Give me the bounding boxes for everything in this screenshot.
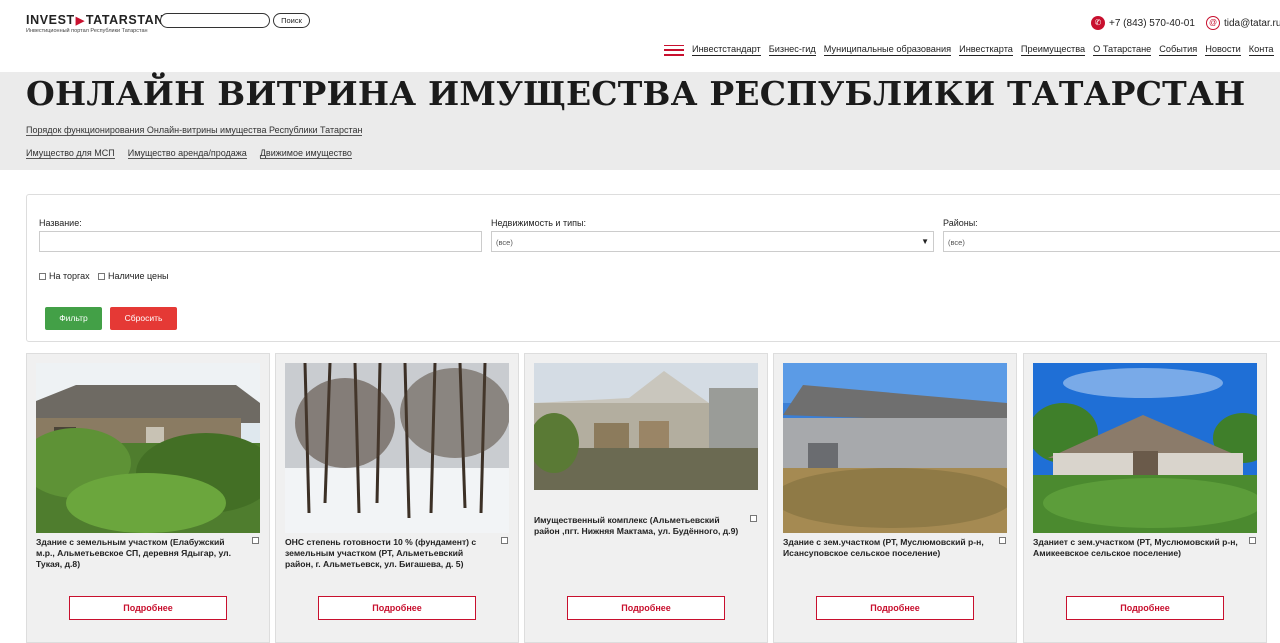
tab-rent-sale-property[interactable]: Имущество аренда/продажа: [127, 148, 247, 159]
property-card[interactable]: Здание с зем.участком (РТ, Муслюмовский …: [773, 353, 1017, 643]
phone-number: +7 (843) 570-40-01: [1109, 17, 1195, 29]
nav-item-municipalities[interactable]: Муниципальные образования: [823, 44, 952, 56]
district-select[interactable]: (все): [943, 231, 1280, 252]
logo-word-tatarstan: TATARSTAN: [85, 13, 164, 27]
details-button[interactable]: Подробнее: [318, 596, 476, 620]
nav-item-contacts[interactable]: Конта: [1248, 44, 1274, 56]
details-button[interactable]: Подробнее: [816, 596, 974, 620]
property-card[interactable]: Зданиет с зем.участком (РТ, Муслюмовский…: [1023, 353, 1267, 643]
property-photo[interactable]: [534, 363, 758, 490]
category-tabs: Имущество для МСП Имущество аренда/прода…: [26, 148, 365, 159]
hero-section: ОНЛАЙН ВИТРИНА ИМУЩЕСТВА РЕСПУБЛИКИ ТАТА…: [0, 72, 1280, 170]
search-button[interactable]: Поиск: [273, 13, 310, 28]
property-title[interactable]: ОНС степень готовности 10 % (фундамент) …: [285, 537, 492, 570]
nav-item-investmap[interactable]: Инвесткарта: [959, 44, 1013, 56]
page-title: ОНЛАЙН ВИТРИНА ИМУЩЕСТВА РЕСПУБЛИКИ ТАТА…: [26, 74, 1246, 113]
property-photo[interactable]: [783, 363, 1007, 533]
details-button[interactable]: Подробнее: [69, 596, 227, 620]
type-select-value: (все): [496, 238, 513, 247]
tab-movable-property[interactable]: Движимое имущество: [259, 148, 352, 159]
property-title[interactable]: Зданиет с зем.участком (РТ, Муслюмовский…: [1033, 537, 1240, 559]
property-photo[interactable]: [285, 363, 509, 533]
property-title[interactable]: Здание с зем.участком (РТ, Муслюмовский …: [783, 537, 990, 559]
filter-panel: Название: Недвижимость и типы: (все) ▼ Р…: [26, 194, 1280, 342]
at-icon: @: [1206, 16, 1220, 30]
auction-checkbox-label: На торгах: [49, 271, 90, 281]
email-address: tida@tatar.ru: [1224, 17, 1280, 29]
tab-msp-property[interactable]: Имущество для МСП: [26, 148, 115, 159]
property-title[interactable]: Имущественный комплекс (Альметьевский ра…: [534, 515, 741, 537]
auction-checkbox[interactable]: На торгах: [39, 271, 90, 281]
nav-item-advantages[interactable]: Преимущества: [1020, 44, 1086, 56]
nav-item-investstandart[interactable]: Инвестстандарт: [692, 44, 761, 56]
logo-subtitle: Инвестиционный портал Республики Татарст…: [26, 28, 148, 34]
property-title[interactable]: Здание с земельным участком (Елабужский …: [36, 537, 243, 570]
property-card[interactable]: Имущественный комплекс (Альметьевский ра…: [524, 353, 768, 643]
compare-checkbox[interactable]: [501, 537, 508, 544]
auction-checkbox-box[interactable]: [39, 272, 46, 280]
logo-text: INVEST▶TATARSTAN: [26, 13, 164, 27]
phone-contact[interactable]: ✆ +7 (843) 570-40-01: [1091, 16, 1195, 30]
type-select[interactable]: (все) ▼: [491, 231, 934, 252]
phone-icon: ✆: [1091, 16, 1105, 30]
details-button[interactable]: Подробнее: [567, 596, 725, 620]
compare-checkbox[interactable]: [252, 537, 259, 544]
property-card[interactable]: ОНС степень готовности 10 % (фундамент) …: [275, 353, 519, 643]
property-photo[interactable]: [36, 363, 260, 533]
caret-down-icon: ▼: [921, 237, 929, 246]
property-photo[interactable]: [1033, 363, 1257, 533]
price-checkbox-label: Наличие цены: [108, 271, 169, 281]
district-label: Районы:: [943, 218, 978, 228]
name-input[interactable]: [39, 231, 482, 252]
procedure-link[interactable]: Порядок функционирования Онлайн-витрины …: [26, 125, 363, 136]
search-input[interactable]: [160, 13, 270, 28]
compare-checkbox[interactable]: [1249, 537, 1256, 544]
nav-item-about[interactable]: О Татарстане: [1093, 44, 1152, 56]
logo-arrow-icon: ▶: [75, 15, 85, 27]
name-label: Название:: [39, 218, 82, 228]
compare-checkbox[interactable]: [999, 537, 1006, 544]
site-header: INVEST▶TATARSTAN Инвестиционный портал Р…: [0, 0, 1280, 72]
type-label: Недвижимость и типы:: [491, 218, 586, 228]
burger-menu-icon[interactable]: [664, 44, 684, 56]
nav-item-business-guide[interactable]: Бизнес-гид: [768, 44, 816, 56]
filter-button[interactable]: Фильтр: [45, 307, 102, 330]
details-button[interactable]: Подробнее: [1066, 596, 1224, 620]
property-card[interactable]: Здание с земельным участком (Елабужский …: [26, 353, 270, 643]
price-checkbox[interactable]: Наличие цены: [98, 271, 169, 281]
price-checkbox-box[interactable]: [98, 272, 105, 280]
logo-word-invest: INVEST: [26, 13, 75, 27]
email-contact[interactable]: @ tida@tatar.ru: [1206, 16, 1280, 30]
reset-button[interactable]: Сбросить: [110, 307, 177, 330]
logo[interactable]: INVEST▶TATARSTAN Инвестиционный портал Р…: [26, 13, 164, 34]
nav-item-news[interactable]: Новости: [1205, 44, 1241, 56]
main-nav: Инвестстандарт Бизнес-гид Муниципальные …: [664, 44, 1280, 56]
nav-item-events[interactable]: События: [1159, 44, 1198, 56]
district-select-value: (все): [948, 238, 965, 247]
compare-checkbox[interactable]: [750, 515, 757, 522]
